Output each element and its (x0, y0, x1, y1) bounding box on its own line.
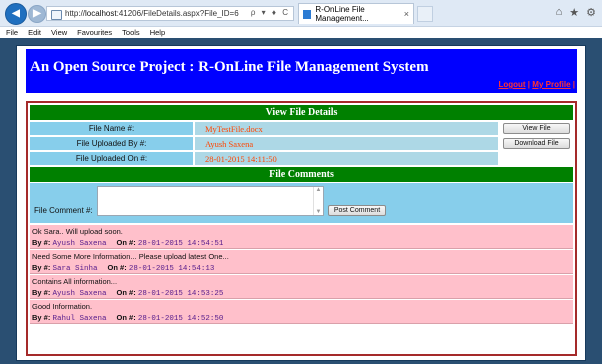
url-host: localhost (85, 9, 117, 18)
download-file-cell: Download File (500, 137, 573, 150)
comment-date: 28-01-2015 14:54:51 (137, 240, 224, 248)
by-label: By #: (32, 313, 51, 322)
url-rest: :41206/FileDetails.aspx?File_ID=6 (116, 9, 239, 18)
menu-bar: File Edit View Favourites Tools Help (0, 27, 602, 38)
file-comment-label: File Comment #: (34, 206, 93, 215)
page-icon (51, 10, 62, 20)
on-label: On #: (116, 238, 136, 247)
uploaded-by-value: Ayush Saxena (195, 137, 498, 150)
comment-meta: By #: Rahul Saxena On #: 28-01-2015 14:5… (32, 313, 223, 323)
file-name-value: MyTestFile.docx (195, 122, 498, 135)
page-container: An Open Source Project : R-OnLine File M… (16, 45, 586, 361)
comment-author: Ayush Saxena (52, 290, 107, 298)
uploaded-on-label: File Uploaded On #: (30, 152, 193, 165)
back-arrow-icon[interactable]: ◀ (5, 3, 27, 25)
comment-author: Ayush Saxena (52, 240, 107, 248)
address-tools-icon[interactable]: ρ ▾ ♦ C (251, 8, 290, 17)
favorites-star-icon[interactable]: ★ (569, 6, 579, 19)
logout-link[interactable]: Logout (498, 80, 525, 89)
view-file-cell: View File (500, 122, 573, 135)
uploaded-on-value: 28-01-2015 14:11:50 (195, 152, 498, 165)
comment-date: 28-01-2015 14:54:13 (128, 265, 215, 273)
page-background: An Open Source Project : R-OnLine File M… (0, 38, 602, 364)
tab-close-icon[interactable]: × (404, 9, 409, 19)
file-name-label: File Name #: (30, 122, 193, 135)
comment-item: Need Some More Information... Please upl… (30, 250, 573, 274)
file-details-panel: View File Details File Name #: MyTestFil… (26, 101, 577, 356)
comment-meta: By #: Sara Sinha On #: 28-01-2015 14:54:… (32, 263, 214, 273)
menu-help[interactable]: Help (150, 28, 165, 37)
comment-text: Ok Sara.. Will upload soon. (32, 227, 123, 236)
comment-date: 28-01-2015 14:52:50 (137, 315, 224, 323)
user-links: Logout | My Profile | (498, 80, 575, 89)
on-label: On #: (107, 263, 127, 272)
view-file-details-heading: View File Details (30, 105, 573, 120)
home-icon[interactable]: ⌂ (556, 6, 563, 19)
menu-view[interactable]: View (51, 28, 67, 37)
scroll-down-icon[interactable]: ▼ (316, 209, 322, 215)
url-prefix: http:// (65, 9, 86, 18)
empty-action-cell (500, 152, 573, 165)
menu-edit[interactable]: Edit (28, 28, 41, 37)
forward-arrow-icon[interactable]: ▶ (28, 5, 46, 23)
menu-tools[interactable]: Tools (122, 28, 140, 37)
menu-file[interactable]: File (6, 28, 18, 37)
comment-text: Good Information. (32, 302, 93, 311)
post-comment-button[interactable]: Post Comment (328, 205, 386, 216)
site-title: An Open Source Project : R-OnLine File M… (30, 59, 429, 75)
my-profile-link[interactable]: My Profile (532, 80, 570, 89)
by-label: By #: (32, 288, 51, 297)
comment-item: Good Information. By #: Rahul Saxena On … (30, 300, 573, 324)
by-label: By #: (32, 263, 51, 272)
comment-meta: By #: Ayush Saxena On #: 28-01-2015 14:5… (32, 238, 223, 248)
view-file-button[interactable]: View File (503, 123, 570, 134)
file-comments-heading: File Comments (30, 167, 573, 182)
uploaded-by-label: File Uploaded By #: (30, 137, 193, 150)
detail-row-uploaded-by: File Uploaded By #: Ayush Saxena Downloa… (30, 137, 573, 150)
address-bar[interactable]: http://localhost:41206/FileDetails.aspx?… (46, 6, 294, 21)
on-label: On #: (116, 313, 136, 322)
new-tab-button[interactable] (417, 6, 433, 22)
site-banner: An Open Source Project : R-OnLine File M… (26, 49, 577, 93)
browser-toolbar: ◀ ▶ http://localhost:41206/FileDetails.a… (0, 0, 602, 27)
tab-favicon-icon (303, 9, 312, 19)
scroll-up-icon[interactable]: ▲ (316, 187, 322, 193)
textarea-scrollbar[interactable]: ▲ ▼ (313, 187, 323, 215)
menu-favourites[interactable]: Favourites (77, 28, 112, 37)
settings-gear-icon[interactable]: ⚙ (586, 6, 596, 19)
detail-row-uploaded-on: File Uploaded On #: 28-01-2015 14:11:50 (30, 152, 573, 165)
browser-right-icons: ⌂ ★ ⚙ (556, 6, 596, 19)
comment-author: Rahul Saxena (52, 315, 107, 323)
link-separator: | (527, 80, 531, 89)
browser-tab[interactable]: R-OnLine File Management... × (298, 3, 414, 24)
by-label: By #: (32, 238, 51, 247)
comment-form: File Comment #: ▲ ▼ Post Comment (30, 183, 573, 223)
comment-item: Contains All information... By #: Ayush … (30, 275, 573, 299)
comment-text: Contains All information... (32, 277, 118, 286)
comment-author: Sara Sinha (52, 265, 98, 273)
comment-meta: By #: Ayush Saxena On #: 28-01-2015 14:5… (32, 288, 223, 298)
comment-date: 28-01-2015 14:53:25 (137, 290, 224, 298)
comment-item: Ok Sara.. Will upload soon. By #: Ayush … (30, 225, 573, 249)
tab-title: R-OnLine File Management... (315, 5, 369, 23)
detail-row-file-name: File Name #: MyTestFile.docx View File (30, 122, 573, 135)
file-comment-textarea[interactable]: ▲ ▼ (97, 186, 324, 216)
download-file-button[interactable]: Download File (503, 138, 570, 149)
comment-text: Need Some More Information... Please upl… (32, 252, 229, 261)
on-label: On #: (116, 288, 136, 297)
link-separator-end: | (572, 80, 575, 89)
